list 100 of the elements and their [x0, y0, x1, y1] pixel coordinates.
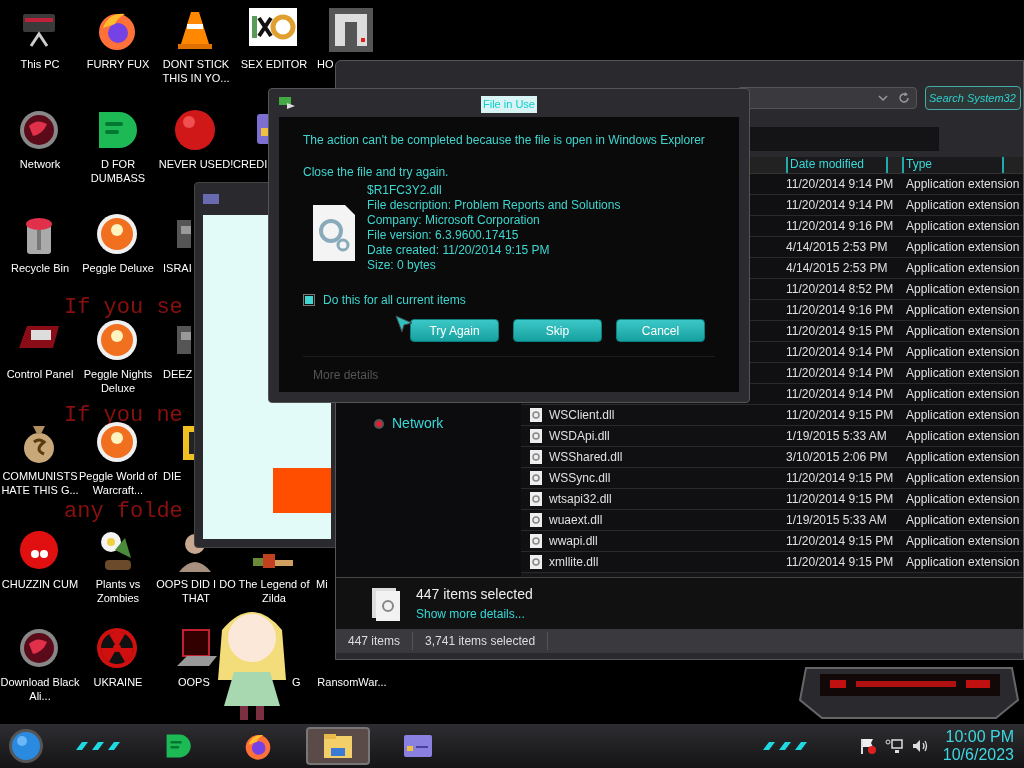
date-cell-text: 4/14/2015 2:53 PM — [786, 260, 889, 277]
folder-icon[interactable] — [323, 732, 353, 760]
cursor-icon — [395, 315, 413, 333]
lights-icon — [760, 740, 807, 752]
card-icon[interactable] — [403, 734, 433, 758]
icon-label[interactable]: D FOR DUMBASS — [78, 157, 158, 185]
file-row[interactable]: WSDApi.dll 1/19/2015 5:33 AM Application extension — [521, 426, 1023, 447]
icon-label[interactable]: FURRY FUX — [78, 57, 158, 71]
fuzzball-icon — [17, 528, 61, 572]
file-info: File version: 6.3.9600.17415 — [367, 228, 520, 243]
type-cell-text: Application extension — [906, 512, 1020, 529]
icon-label[interactable]: RansomWar... — [312, 675, 392, 689]
radiation-icon — [95, 626, 139, 670]
icon-label[interactable]: SEX EDITOR — [234, 57, 314, 71]
file-name: WSDApi.dll — [549, 428, 610, 445]
file-info: $R1FC3Y2.dll — [367, 183, 443, 198]
file-name: wuaext.dll — [549, 512, 603, 529]
file-gear-icon — [529, 449, 543, 465]
icon-label[interactable]: Recycle Bin — [0, 261, 80, 275]
date-cell-text: 11/20/2014 9:15 PM — [786, 323, 895, 340]
column-header[interactable]: Date modified — [786, 157, 888, 173]
file-row[interactable]: xmllite.dll 11/20/2014 9:15 PM Application extension — [521, 552, 1023, 573]
checkbox[interactable] — [303, 294, 315, 306]
peg-ball-icon — [95, 318, 139, 362]
icon-label[interactable]: OOPS DID I DO THAT — [156, 577, 236, 605]
type-cell-text: Application extension — [906, 197, 1020, 214]
file-gear-icon — [529, 428, 543, 444]
globe-icon — [17, 626, 61, 670]
start-orb-icon[interactable] — [8, 728, 44, 764]
files-icon — [370, 585, 402, 622]
file-row[interactable]: wuaext.dll 1/19/2015 5:33 AM Application extension — [521, 510, 1023, 531]
icon-label[interactable]: CHUZZIN CUM — [0, 577, 80, 591]
sprite-icon — [253, 554, 293, 568]
file-row[interactable]: WSSync.dll 11/20/2014 9:15 PM Application extension — [521, 468, 1023, 489]
file-name: wwapi.dll — [549, 533, 598, 550]
type-cell-text: Application extension — [906, 176, 1020, 193]
chevron-down-icon[interactable] — [878, 94, 888, 102]
file-name: wtsapi32.dll — [549, 491, 612, 508]
icon-label[interactable]: DONT STICK THIS IN YO... — [156, 57, 236, 85]
column-header[interactable]: Type — [902, 157, 1004, 173]
date-cell-text: 11/20/2014 9:16 PM — [786, 302, 895, 319]
notes-icon[interactable] — [164, 732, 192, 760]
file-row[interactable]: WSClient.dll 11/20/2014 9:15 PM Application extension — [521, 405, 1023, 426]
selection-title: 447 items selected — [416, 585, 533, 604]
block-shape — [273, 468, 331, 513]
type-cell-text: Application extension — [906, 344, 1020, 361]
network-icon[interactable] — [884, 737, 903, 755]
icon-label[interactable]: DIE — [163, 469, 182, 483]
icon-label[interactable]: Control Panel — [0, 367, 80, 381]
wallpaper-text: any folde — [64, 500, 183, 524]
type-cell-text: Application extension — [906, 365, 1020, 382]
ball-icon — [173, 108, 217, 152]
date-cell-text: 1/19/2015 5:33 AM — [786, 512, 888, 529]
wallpaper-text: If you ne — [64, 404, 183, 428]
icon-label[interactable]: Download Black Ali... — [0, 675, 80, 703]
type-cell-text: Application extension — [906, 449, 1020, 466]
icon-label[interactable]: DEEZ — [163, 367, 193, 381]
flag-error-icon[interactable] — [858, 737, 877, 755]
date-cell-text: 11/20/2014 9:14 PM — [786, 386, 895, 403]
show-details-link[interactable]: Show more details... — [416, 605, 533, 623]
refresh-icon[interactable] — [898, 92, 910, 104]
type-cell-text: Application extension — [906, 302, 1020, 319]
icon-label[interactable]: OOPS — [178, 675, 210, 689]
type-cell-text: Application extension — [906, 428, 1020, 445]
icon-label[interactable]: Network — [0, 157, 80, 171]
icon-label[interactable]: Mi — [316, 577, 328, 591]
icon-label[interactable]: ISRAI — [163, 261, 192, 275]
icon-label[interactable]: G — [292, 675, 301, 689]
dialog-message: The action can't be completed because the file is open in Windows Explorer — [303, 132, 706, 149]
status-text: 3,741 items selected — [413, 632, 549, 650]
date-cell-text: 11/20/2014 9:16 PM — [786, 218, 895, 235]
file-row[interactable]: WSShared.dll 3/10/2015 2:06 PM Application extension — [521, 447, 1023, 468]
icon-label[interactable]: COMMUNISTS HATE THIS G... — [0, 469, 80, 497]
type-cell-text: Application extension — [906, 260, 1020, 277]
dialog-instruction: Close the file and try again. — [303, 164, 450, 181]
type-cell-text: Application extension — [906, 323, 1020, 340]
clock[interactable]: 10:00 PM 10/6/2023 — [942, 728, 1014, 764]
date-cell-text: 11/20/2014 9:15 PM — [786, 533, 895, 550]
file-row[interactable]: wtsapi32.dll 11/20/2014 9:15 PM Application extension — [521, 489, 1023, 510]
icon-label[interactable]: CREDI — [233, 157, 268, 171]
icon-label[interactable]: HO — [317, 57, 334, 71]
file-gear-icon — [313, 205, 355, 261]
file-name: WSShared.dll — [549, 449, 623, 466]
type-cell-text: Application extension — [906, 386, 1020, 403]
nav-item[interactable]: Network — [372, 413, 521, 434]
icon-label[interactable]: This PC — [0, 57, 80, 71]
peg-ball-icon — [95, 212, 139, 256]
date-cell-text: 11/20/2014 8:52 PM — [786, 281, 895, 298]
icon-label[interactable]: Peggle Nights Deluxe — [78, 367, 158, 395]
date-cell-text: 1/19/2015 5:33 AM — [786, 428, 888, 445]
taskbar-button[interactable] — [306, 727, 370, 765]
icon-label[interactable]: Peggle World of Warcraft... — [78, 469, 158, 497]
file-gear-icon — [529, 470, 543, 486]
wallpaper-text: If you se — [64, 296, 183, 320]
type-cell-text: Application extension — [906, 407, 1020, 424]
search-field[interactable]: Search System32 — [925, 86, 1021, 110]
window-icon — [203, 194, 219, 204]
icon-label[interactable]: Peggle Deluxe — [78, 261, 158, 275]
file-row[interactable]: wwapi.dll 11/20/2014 9:15 PM Application extension — [521, 531, 1023, 552]
app-icon — [177, 326, 191, 354]
